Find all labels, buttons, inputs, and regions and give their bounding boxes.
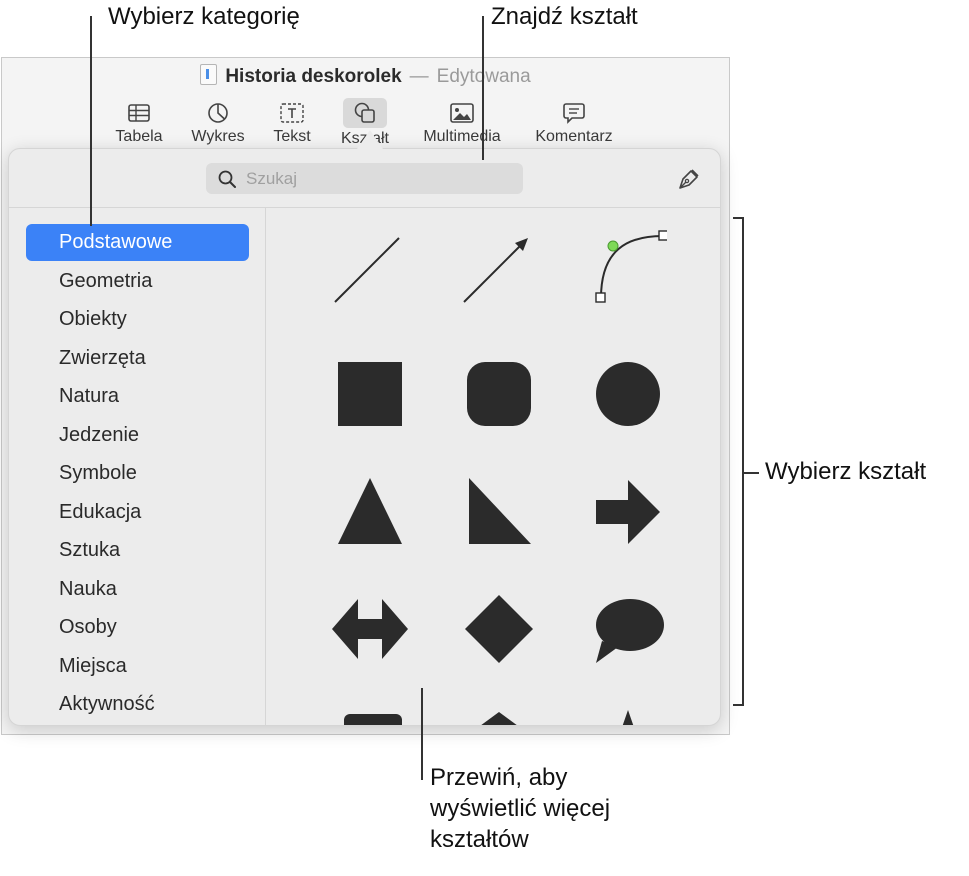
document-title: Historia deskorolek [225,66,402,87]
shape-library-popover: Podstawowe Geometria Obiekty Zwierzęta N… [8,148,721,726]
bracket-bottom [733,704,743,706]
category-item[interactable]: Edukacja [26,494,249,531]
callout-choose-category: Wybierz kategorię [108,3,300,30]
draw-with-pen-button[interactable] [676,166,702,192]
shape-double-arrow[interactable] [330,589,410,669]
toolbar-table-label: Tabela [115,128,163,145]
category-item[interactable]: Obiekty [26,301,249,338]
callout-find-shape: Znajdź kształt [491,3,638,30]
toolbar-comment-label: Komentarz [535,128,613,145]
toolbar-comment-button[interactable]: Komentarz [526,100,622,148]
category-item[interactable]: Geometria [26,263,249,300]
shape-grid [267,208,720,725]
toolbar-chart-button[interactable]: Wykres [182,100,254,148]
bracket-pointer [743,472,759,474]
title-bar: Historia deskorolek—Edytowana [2,64,729,90]
category-item[interactable]: Aktywność [26,686,249,723]
category-sidebar: Podstawowe Geometria Obiekty Zwierzęta N… [9,208,266,725]
shape-arrow-line[interactable] [458,232,538,312]
shape-arrow-right[interactable] [588,472,668,552]
shape-curve[interactable] [587,230,667,310]
category-item[interactable]: Osoby [26,609,249,646]
popover-arrow [357,130,383,149]
callout-scroll-line-1: Przewiń, aby [430,764,568,791]
chart-icon [182,100,254,126]
shape-line[interactable] [329,232,409,312]
document-icon [200,64,218,85]
shape-pentagon[interactable] [459,706,539,726]
category-item[interactable]: Sztuka [26,532,249,569]
shape-square[interactable] [330,354,410,434]
shape-star[interactable] [588,706,668,726]
toolbar-media-label: Multimedia [423,128,501,145]
category-item[interactable]: Jedzenie [26,417,249,454]
category-item[interactable]: Natura [26,378,249,415]
leader-line-search [482,16,484,160]
shape-circle[interactable] [588,354,668,434]
shape-speech-bubble[interactable] [588,589,668,669]
callout-scroll-more: Przewiń, aby wyświetlić więcej kształtów [430,762,610,856]
shape-rounded-square[interactable] [459,354,539,434]
toolbar-table-button[interactable]: Tabela [106,100,172,148]
category-item[interactable]: Miejsca [26,648,249,685]
category-item[interactable]: Zwierzęta [26,340,249,377]
search-input[interactable] [244,167,508,190]
callout-scroll-line-3: kształtów [430,826,529,854]
pen-icon [679,169,699,189]
toolbar-media-button[interactable]: Multimedia [414,100,510,148]
search-icon [218,170,236,188]
callout-choose-shape: Wybierz kształt [765,458,927,485]
text-box-icon [264,100,320,126]
shape-callout-square[interactable] [330,706,410,726]
toolbar-chart-label: Wykres [191,128,245,145]
category-item[interactable]: Nauka [26,571,249,608]
leader-line-scroll [421,688,423,780]
bracket-right-edge [742,217,744,706]
table-icon [106,100,172,126]
leader-line-category [90,16,92,226]
shape-icon [343,98,387,128]
category-item[interactable]: Podstawowe [26,224,249,261]
media-icon [414,100,510,126]
search-field[interactable] [206,163,523,194]
callout-scroll-line-2: wyświetlić więcej [430,795,611,823]
comment-icon [526,100,622,126]
toolbar-text-label: Tekst [273,128,311,145]
title-separator: — [409,66,429,87]
bracket-top [733,217,743,219]
category-item[interactable]: Symbole [26,455,249,492]
shape-diamond[interactable] [459,589,539,669]
toolbar-text-button[interactable]: Tekst [264,100,320,148]
shape-right-triangle[interactable] [459,472,539,552]
shape-triangle[interactable] [330,472,410,552]
